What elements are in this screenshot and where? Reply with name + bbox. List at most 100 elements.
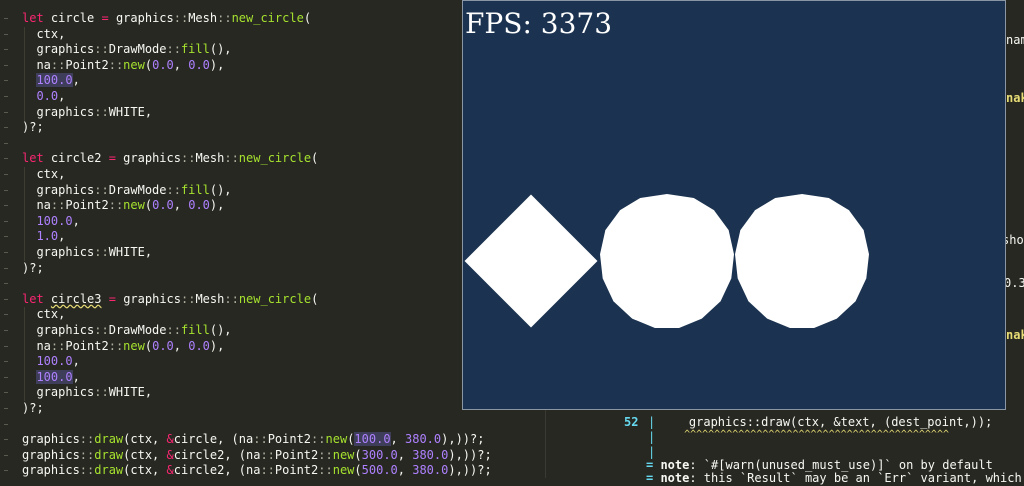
gutter-marker (4, 65, 8, 66)
code-token: 500.0 (361, 463, 398, 477)
code-token: ( (354, 448, 362, 462)
code-token: Point2 (65, 339, 109, 353)
code-token: 0.0 (152, 339, 174, 353)
code-line: graphics::draw(ctx, &circle, (na::Point2… (22, 432, 484, 447)
code-token: ( (144, 198, 153, 212)
code-token: :: (181, 292, 196, 306)
code-token: :: (260, 448, 275, 462)
code-token: (ctx, (123, 463, 167, 477)
code-token: na (22, 198, 51, 212)
code-token: draw (94, 448, 124, 462)
code-token: graphics (22, 183, 95, 197)
gutter-marker (4, 439, 8, 440)
code-token: :: (260, 463, 275, 477)
code-token: (ctx, (123, 432, 167, 446)
code-token: ctx, (22, 307, 66, 321)
code-token: :: (94, 385, 109, 399)
code-token: :: (311, 432, 326, 446)
code-token: :: (318, 448, 333, 462)
gutter-marker (4, 283, 8, 284)
editor-gutter (0, 0, 12, 478)
gutter-marker (4, 174, 8, 175)
code-token: (ctx, (123, 448, 167, 462)
note-label: note (660, 458, 690, 472)
code-token: :: (108, 58, 124, 72)
code-line: na::Point2::new(0.0, 0.0), (22, 58, 224, 73)
gutter-marker (4, 34, 8, 35)
gutter-marker (4, 18, 8, 19)
code-token: graphics (22, 432, 80, 446)
gutter-marker (4, 112, 8, 113)
code-line: graphics::WHITE, (22, 105, 152, 120)
code-token: Mesh (188, 11, 218, 25)
code-token: 300.0 (361, 448, 398, 462)
code-token: new_circle (231, 11, 304, 25)
code-token: ( (311, 292, 319, 306)
code-token: 0.0 (36, 89, 59, 103)
code-token: = (101, 11, 109, 25)
gutter-marker (4, 190, 8, 191)
code-token: :: (166, 183, 181, 197)
code-line: let circle3 = graphics::Mesh::new_circle… (22, 292, 318, 307)
code-token: ),))?; (441, 432, 485, 446)
code-token: , (72, 214, 80, 228)
gutter-marker (4, 361, 8, 362)
code-line: )?; (22, 120, 44, 135)
code-token: draw (94, 432, 124, 446)
code-line: 100.0, (22, 354, 79, 369)
code-token: DrawMode (108, 323, 167, 337)
code-token: graphics (22, 385, 95, 399)
note-text-2: : this `Result` may be an `Err` variant,… (689, 471, 1024, 485)
code-token: ), (209, 339, 225, 353)
polygon-circle-1 (600, 194, 734, 328)
code-token: fill (180, 323, 210, 337)
code-token: graphics (22, 42, 95, 56)
game-window[interactable]: FPS: 3373 (462, 0, 1006, 410)
code-token: :: (224, 292, 239, 306)
code-line: graphics::DrawMode::fill(), (22, 323, 231, 338)
code-token: circle, (na (173, 432, 254, 446)
code-token: graphics (108, 11, 174, 25)
code-token: Point2 (65, 58, 109, 72)
code-token: WHITE, (108, 105, 153, 119)
diamond-shape (464, 194, 598, 328)
code-token: graphics (22, 323, 95, 337)
code-token: new_circle (238, 292, 312, 306)
code-token: 100.0 (354, 432, 391, 446)
code-token: ),))?; (448, 463, 492, 477)
code-line: )?; (22, 401, 44, 416)
terminal-fragment-4: 0.3 (1004, 276, 1024, 290)
code-token: :: (50, 198, 66, 212)
gutter-marker (4, 127, 8, 128)
code-token: circle3 (50, 292, 102, 306)
code-token: :: (79, 432, 95, 446)
code-line: 100.0, (22, 73, 80, 88)
gutter-marker (4, 330, 8, 331)
code-line: 0.0, (22, 89, 65, 104)
code-line: let circle = graphics::Mesh::new_circle( (22, 11, 311, 26)
code-line: ctx, (22, 307, 65, 322)
code-line: ctx, (22, 27, 65, 42)
code-token: let (22, 11, 44, 25)
code-line: na::Point2::new(0.0, 0.0), (22, 198, 224, 213)
code-token: & (166, 463, 174, 477)
gutter-marker (4, 221, 8, 222)
code-token: Point2 (274, 448, 319, 462)
code-token: 380.0 (412, 448, 449, 462)
code-token: , (397, 463, 413, 477)
code-token: , (72, 370, 80, 384)
gutter-marker (4, 424, 8, 425)
code-token: new (123, 339, 145, 353)
code-token: 0.0 (188, 58, 210, 72)
gutter-marker (4, 455, 8, 456)
code-token: = (108, 151, 116, 165)
gutter-marker (4, 236, 8, 237)
code-token: DrawMode (108, 183, 167, 197)
code-token: na (22, 339, 51, 353)
code-token: 100.0 (36, 354, 73, 368)
terminal-fragment-2: nak (1006, 91, 1024, 105)
code-token: :: (166, 42, 181, 56)
code-token: ), (209, 198, 225, 212)
code-token: :: (79, 448, 95, 462)
